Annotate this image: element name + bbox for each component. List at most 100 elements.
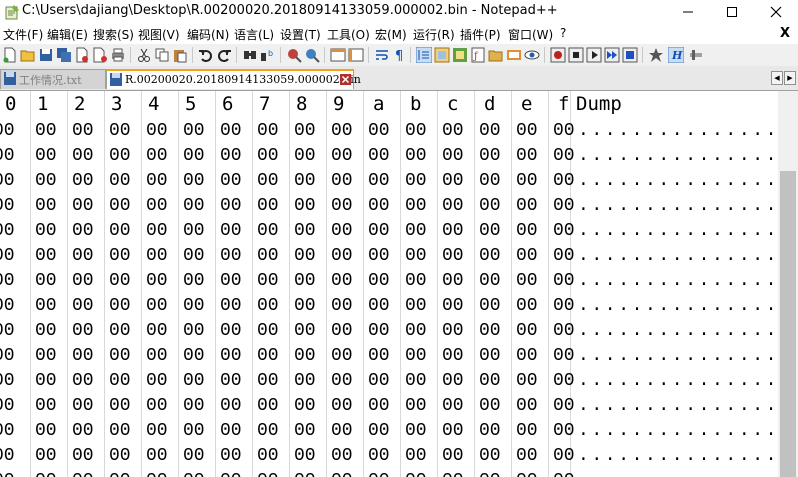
hex-byte[interactable]: 00 (220, 146, 242, 166)
dump-text[interactable]: ............... (578, 346, 778, 366)
play-macro-icon[interactable] (586, 47, 602, 63)
hex-byte[interactable]: 00 (146, 246, 168, 266)
hex-byte[interactable]: 00 (442, 421, 464, 441)
menu-help[interactable]: ? (560, 26, 566, 40)
dump-text[interactable]: ............... (578, 121, 778, 141)
doc-map-icon[interactable] (452, 47, 468, 63)
hex-byte[interactable]: 00 (368, 271, 390, 291)
hex-byte[interactable]: 00 (294, 421, 316, 441)
copy-icon[interactable] (154, 47, 170, 63)
hex-byte[interactable]: 00 (331, 246, 353, 266)
hex-byte[interactable]: 00 (479, 246, 501, 266)
dump-text[interactable]: ............... (578, 421, 778, 441)
hex-byte[interactable]: 00 (72, 396, 94, 416)
hex-byte[interactable]: 00 (368, 246, 390, 266)
hex-byte[interactable]: 00 (405, 346, 427, 366)
hex-byte[interactable]: 00 (72, 471, 94, 477)
hex-byte[interactable]: 00 (183, 421, 205, 441)
sync-horizontal-icon[interactable] (348, 47, 364, 63)
hex-byte[interactable]: 00 (553, 396, 575, 416)
hex-byte[interactable]: 00 (553, 371, 575, 391)
hex-byte[interactable]: 00 (183, 196, 205, 216)
hex-byte[interactable]: 00 (35, 196, 57, 216)
hex-byte[interactable]: 00 (220, 371, 242, 391)
hex-byte[interactable]: 00 (331, 371, 353, 391)
dump-text[interactable]: ............... (578, 196, 778, 216)
dump-text[interactable]: ............... (578, 246, 778, 266)
hex-byte[interactable]: 00 (479, 321, 501, 341)
hex-byte[interactable]: 00 (146, 396, 168, 416)
hex-byte[interactable]: 00 (72, 421, 94, 441)
hex-byte[interactable]: 00 (35, 471, 57, 477)
hex-byte[interactable]: 00 (553, 446, 575, 466)
hex-byte[interactable]: 00 (257, 121, 279, 141)
hex-byte[interactable]: 00 (405, 471, 427, 477)
hex-byte[interactable]: 00 (72, 371, 94, 391)
hex-byte[interactable]: 00 (294, 271, 316, 291)
hex-byte[interactable]: 00 (183, 171, 205, 191)
hex-byte[interactable]: 00 (0, 471, 15, 477)
hex-byte[interactable]: 00 (257, 346, 279, 366)
hex-byte[interactable]: 00 (516, 396, 538, 416)
hex-byte[interactable]: 00 (109, 196, 131, 216)
hex-byte[interactable]: 00 (553, 171, 575, 191)
hex-byte[interactable]: 00 (257, 271, 279, 291)
hex-byte[interactable]: 00 (331, 321, 353, 341)
hex-byte[interactable]: 00 (35, 396, 57, 416)
hex-byte[interactable]: 00 (109, 121, 131, 141)
hex-byte[interactable]: 00 (72, 196, 94, 216)
close-button[interactable] (754, 0, 798, 24)
hex-byte[interactable]: 00 (72, 146, 94, 166)
hex-byte[interactable]: 00 (220, 396, 242, 416)
hex-byte[interactable]: 00 (220, 196, 242, 216)
hex-byte[interactable]: 00 (257, 471, 279, 477)
hex-byte[interactable]: 00 (109, 471, 131, 477)
hex-byte[interactable]: 00 (368, 321, 390, 341)
menu-search[interactable]: 搜索(S) (93, 26, 134, 43)
hex-byte[interactable]: 00 (109, 146, 131, 166)
hex-byte[interactable]: 00 (405, 371, 427, 391)
hex-byte[interactable]: 00 (35, 321, 57, 341)
save-all-icon[interactable] (56, 47, 72, 63)
print-icon[interactable] (110, 47, 126, 63)
hex-byte[interactable]: 00 (183, 271, 205, 291)
hex-byte[interactable]: 00 (257, 371, 279, 391)
hex-editor-icon[interactable]: H (668, 47, 684, 63)
hex-byte[interactable]: 00 (220, 246, 242, 266)
hex-byte[interactable]: 00 (146, 221, 168, 241)
hex-byte[interactable]: 00 (516, 221, 538, 241)
hex-byte[interactable]: 00 (516, 296, 538, 316)
hex-byte[interactable]: 00 (294, 221, 316, 241)
hex-byte[interactable]: 00 (331, 221, 353, 241)
hex-byte[interactable]: 00 (0, 296, 15, 316)
hex-byte[interactable]: 00 (331, 396, 353, 416)
hex-byte[interactable]: 00 (72, 446, 94, 466)
hex-byte[interactable]: 00 (294, 346, 316, 366)
hex-byte[interactable]: 00 (109, 346, 131, 366)
hex-byte[interactable]: 00 (257, 246, 279, 266)
paste-icon[interactable] (172, 47, 188, 63)
hex-byte[interactable]: 00 (257, 221, 279, 241)
hex-byte[interactable]: 00 (405, 421, 427, 441)
hex-editor-view[interactable]: 0 1 2 3 4 5 6 7 8 9 a b c d e f Dump 0 00 00 00 00 00 00 00 00 00… (0, 91, 778, 477)
hex-byte[interactable]: 00 (0, 321, 15, 341)
hex-byte[interactable]: 00 (516, 171, 538, 191)
hex-byte[interactable]: 00 (146, 346, 168, 366)
save-macro-icon[interactable] (622, 47, 638, 63)
hex-byte[interactable]: 00 (72, 246, 94, 266)
tab-scroll-left-icon[interactable]: ◀ (771, 71, 783, 85)
hex-byte[interactable]: 00 (183, 146, 205, 166)
hex-byte[interactable]: 00 (72, 121, 94, 141)
hex-byte[interactable]: 00 (0, 146, 15, 166)
hex-byte[interactable]: 00 (35, 221, 57, 241)
hex-byte[interactable]: 00 (72, 296, 94, 316)
hex-byte[interactable]: 00 (516, 271, 538, 291)
hex-byte[interactable]: 00 (109, 246, 131, 266)
hex-byte[interactable]: 00 (294, 246, 316, 266)
hex-byte[interactable]: 00 (0, 346, 15, 366)
hex-byte[interactable]: 00 (442, 271, 464, 291)
hex-byte[interactable]: 00 (146, 121, 168, 141)
hex-byte[interactable]: 00 (442, 221, 464, 241)
hex-byte[interactable]: 00 (257, 296, 279, 316)
hex-byte[interactable]: 00 (72, 346, 94, 366)
